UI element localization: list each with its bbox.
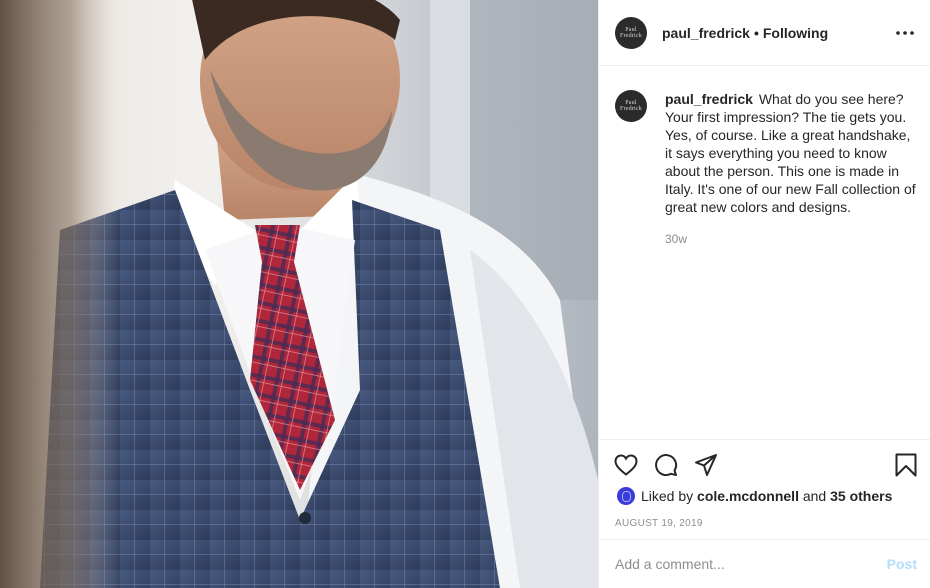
- likes-prefix: Liked by: [641, 488, 694, 504]
- likes-others-link[interactable]: 35 others: [830, 488, 892, 504]
- caption-username-link[interactable]: paul_fredrick: [665, 91, 753, 107]
- comment-icon[interactable]: [653, 452, 679, 478]
- caption-text: What do you see here? Your first impress…: [665, 91, 916, 215]
- post-details-panel: Paul Fredrick paul_fredrick • Following …: [598, 0, 930, 588]
- likes-and: and: [802, 488, 827, 504]
- following-button[interactable]: Following: [763, 25, 828, 41]
- author-avatar[interactable]: Paul Fredrick: [615, 16, 647, 49]
- heart-icon[interactable]: [613, 452, 639, 478]
- fashion-photo-illustration: [0, 0, 598, 588]
- caption-author-avatar[interactable]: Paul Fredrick: [615, 90, 647, 122]
- comment-input[interactable]: [615, 556, 887, 572]
- share-icon[interactable]: [693, 452, 719, 478]
- post-actions: Liked by cole.mcdonnell and 35 others AU…: [599, 439, 930, 539]
- author-username-link[interactable]: paul_fredrick: [662, 25, 750, 41]
- avatar-text-line-2: Fredrick: [620, 32, 642, 39]
- action-icons: [613, 450, 733, 480]
- liker-username-link[interactable]: cole.mcdonnell: [697, 488, 799, 504]
- liker-avatar[interactable]: [617, 487, 635, 505]
- avatar-text-line-2: Fredrick: [620, 106, 642, 112]
- post-comment-button[interactable]: Post: [887, 556, 917, 572]
- comment-bar: Post: [599, 539, 930, 588]
- post-caption: Paul Fredrick paul_fredrick What do you …: [615, 90, 921, 248]
- bookmark-icon[interactable]: [893, 452, 919, 478]
- post-header: Paul Fredrick paul_fredrick • Following: [599, 0, 930, 66]
- post-photo[interactable]: [0, 0, 598, 588]
- header-text: paul_fredrick • Following: [662, 25, 828, 41]
- more-options-icon[interactable]: [893, 21, 917, 45]
- post-time-ago[interactable]: 30w: [665, 230, 921, 248]
- caption-body: paul_fredrick What do you see here? Your…: [665, 90, 921, 248]
- post-date[interactable]: AUGUST 19, 2019: [615, 518, 703, 529]
- likes-summary: Liked by cole.mcdonnell and 35 others: [617, 487, 892, 505]
- separator-dot: •: [753, 24, 759, 41]
- instagram-post: Paul Fredrick paul_fredrick • Following …: [0, 0, 930, 588]
